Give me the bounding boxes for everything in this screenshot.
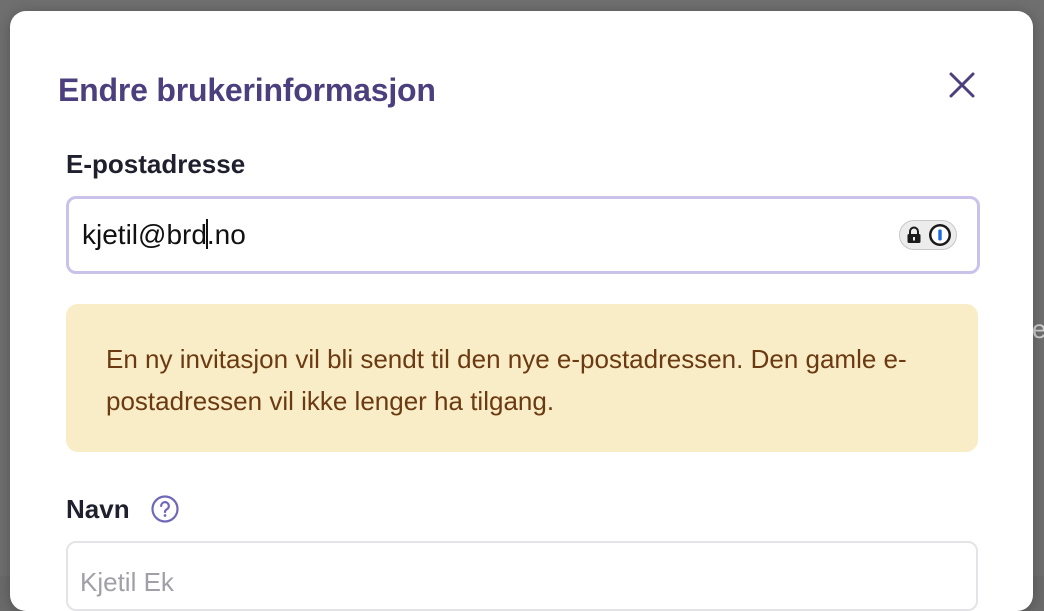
email-change-notice: En ny invitasjon vil bli sendt til den n… bbox=[66, 304, 978, 452]
close-button[interactable] bbox=[942, 65, 982, 105]
modal-title: Endre brukerinformasjon bbox=[58, 72, 436, 108]
email-value-before-caret: kjetil@brd bbox=[82, 219, 207, 250]
1password-icon bbox=[929, 224, 951, 246]
background-partial-text: e bbox=[1032, 314, 1044, 344]
help-button[interactable] bbox=[150, 494, 180, 524]
question-circle-icon bbox=[151, 495, 179, 523]
close-icon bbox=[949, 72, 975, 98]
password-manager-button[interactable] bbox=[899, 220, 957, 250]
email-field[interactable]: kjetil@brd.no bbox=[66, 196, 980, 274]
name-field-wrapper bbox=[66, 541, 978, 611]
email-value[interactable]: kjetil@brd.no bbox=[82, 219, 246, 251]
name-label: Navn bbox=[66, 494, 130, 524]
email-label: E-postadresse bbox=[66, 149, 246, 179]
email-value-after-caret: .no bbox=[206, 219, 246, 250]
name-field[interactable] bbox=[80, 565, 940, 599]
lock-icon bbox=[907, 226, 921, 243]
edit-user-modal: Endre brukerinformasjon E-postadresse kj… bbox=[10, 11, 1033, 611]
